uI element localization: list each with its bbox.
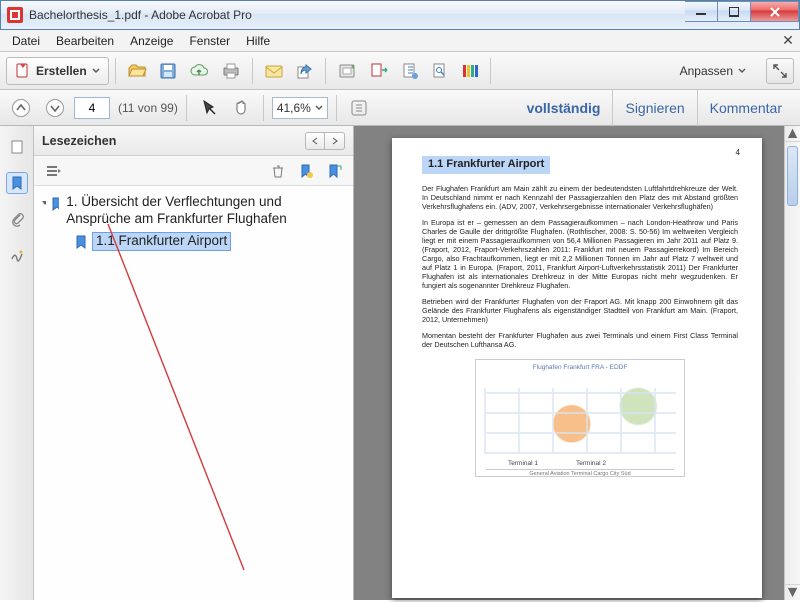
customize-button[interactable]: Anpassen bbox=[672, 58, 754, 84]
pane-link-full[interactable]: vollständig bbox=[515, 90, 613, 126]
scroll-down-icon[interactable]: ▼ bbox=[785, 584, 800, 600]
thumbnails-icon[interactable] bbox=[6, 136, 28, 158]
window-titlebar: Bachelorthesis_1.pdf - Adobe Acrobat Pro bbox=[0, 0, 800, 30]
bookmark-icon bbox=[50, 197, 59, 211]
save-button[interactable] bbox=[154, 57, 182, 85]
bookmarks-title: Lesezeichen bbox=[42, 134, 116, 148]
pane-link-comment[interactable]: Kommentar bbox=[697, 90, 794, 126]
page-number-input[interactable] bbox=[74, 97, 110, 119]
annotation-arrow bbox=[104, 220, 324, 580]
close-document-icon[interactable]: ✕ bbox=[780, 32, 796, 49]
bookmarks-panel: Lesezeichen 1. Übersicht der Verflechtun… bbox=[34, 126, 354, 600]
figure-terminal2-label: Terminal 2 bbox=[576, 460, 606, 468]
page-total-label: (11 von 99) bbox=[118, 101, 178, 115]
cloud-button[interactable] bbox=[184, 57, 214, 85]
attachments-icon[interactable] bbox=[6, 208, 28, 230]
pane-link-sign[interactable]: Signieren bbox=[612, 90, 696, 126]
create-label: Erstellen bbox=[36, 64, 87, 78]
scan-button[interactable] bbox=[332, 57, 362, 85]
bookmark-item-child[interactable]: 1.1 Frankfurter Airport bbox=[74, 230, 347, 253]
color-button[interactable] bbox=[456, 57, 484, 85]
new-bookmark-button[interactable] bbox=[295, 160, 317, 182]
paragraph: Momentan besteht der Frankfurter Flughaf… bbox=[422, 331, 738, 349]
scroll-thumb[interactable] bbox=[787, 146, 798, 206]
convert-button[interactable] bbox=[364, 57, 394, 85]
disclosure-icon[interactable] bbox=[40, 198, 46, 208]
mail-button[interactable] bbox=[259, 57, 289, 85]
bookmark-item-root[interactable]: 1. Übersicht der Verflechtungen und Ansp… bbox=[40, 192, 347, 230]
close-button[interactable] bbox=[751, 1, 799, 22]
page-heading: 1.1 Frankfurter Airport bbox=[422, 156, 550, 174]
hand-tool-button[interactable] bbox=[227, 94, 255, 122]
bookmark-label: 1.1 Frankfurter Airport bbox=[92, 232, 231, 251]
page-number: 4 bbox=[736, 148, 740, 158]
window-title: Bachelorthesis_1.pdf - Adobe Acrobat Pro bbox=[29, 8, 252, 22]
figure-caption: Flughafen Frankfurt FRA - EDDF bbox=[476, 364, 684, 372]
bookmark-options-button[interactable] bbox=[42, 160, 64, 182]
menu-bar: Datei Bearbeiten Anzeige Fenster Hilfe ✕ bbox=[0, 30, 800, 52]
bookmark-label: 1. Übersicht der Verflechtungen und Ansp… bbox=[63, 194, 347, 228]
paragraph: Betrieben wird der Frankfurter Flughafen… bbox=[422, 297, 738, 324]
figure-terminal1-label: Terminal 1 bbox=[508, 460, 538, 468]
document-view[interactable]: 4 1.1 Frankfurter Airport Der Flughafen … bbox=[354, 126, 800, 600]
minimize-button[interactable] bbox=[685, 1, 718, 22]
page-up-button[interactable] bbox=[6, 94, 36, 122]
airport-map-figure: Flughafen Frankfurt FRA - EDDF Terminal … bbox=[475, 359, 685, 477]
menu-datei[interactable]: Datei bbox=[4, 32, 48, 50]
properties-button[interactable] bbox=[426, 57, 454, 85]
scroll-up-icon[interactable]: ▲ bbox=[785, 126, 800, 142]
print-button[interactable] bbox=[216, 57, 246, 85]
page-down-button[interactable] bbox=[40, 94, 70, 122]
bookmark-prev-button[interactable] bbox=[305, 132, 325, 150]
side-nav-strip bbox=[0, 126, 34, 600]
zoom-select[interactable]: 41,6% bbox=[272, 97, 328, 119]
signatures-icon[interactable] bbox=[6, 244, 28, 266]
customize-label: Anpassen bbox=[680, 64, 733, 78]
tools-button[interactable] bbox=[345, 94, 373, 122]
fullscreen-button[interactable] bbox=[766, 58, 794, 84]
menu-anzeige[interactable]: Anzeige bbox=[122, 32, 181, 50]
paragraph: Der Flughafen Frankfurt am Main zählt zu… bbox=[422, 184, 738, 211]
zoom-value: 41,6% bbox=[277, 101, 311, 115]
open-button[interactable] bbox=[122, 57, 152, 85]
menu-bearbeiten[interactable]: Bearbeiten bbox=[48, 32, 122, 50]
menu-hilfe[interactable]: Hilfe bbox=[238, 32, 278, 50]
paragraph: In Europa ist er – gemessen an dem Passa… bbox=[422, 218, 738, 290]
share-button[interactable] bbox=[291, 57, 319, 85]
menu-fenster[interactable]: Fenster bbox=[181, 32, 238, 50]
bookmarks-tree: 1. Übersicht der Verflechtungen und Ansp… bbox=[34, 186, 353, 600]
vertical-scrollbar[interactable]: ▲ ▼ bbox=[784, 126, 800, 600]
maximize-button[interactable] bbox=[718, 1, 751, 22]
select-tool-button[interactable] bbox=[195, 94, 223, 122]
pdf-page: 4 1.1 Frankfurter Airport Der Flughafen … bbox=[392, 138, 762, 598]
create-button[interactable]: Erstellen bbox=[6, 57, 109, 85]
edit-button[interactable] bbox=[396, 57, 424, 85]
delete-bookmark-button[interactable] bbox=[267, 160, 289, 182]
app-icon bbox=[7, 7, 23, 23]
toolbar-main: Erstellen Anpassen bbox=[0, 52, 800, 90]
figure-footer: General Aviation Terminal Cargo City Süd bbox=[486, 469, 674, 478]
bookmarks-icon[interactable] bbox=[6, 172, 28, 194]
bookmark-next-button[interactable] bbox=[325, 132, 345, 150]
new-bookmark-from-structure-button[interactable] bbox=[323, 160, 345, 182]
bookmark-icon bbox=[74, 235, 88, 249]
toolbar-navigation: (11 von 99) 41,6% vollständig Signieren … bbox=[0, 90, 800, 126]
